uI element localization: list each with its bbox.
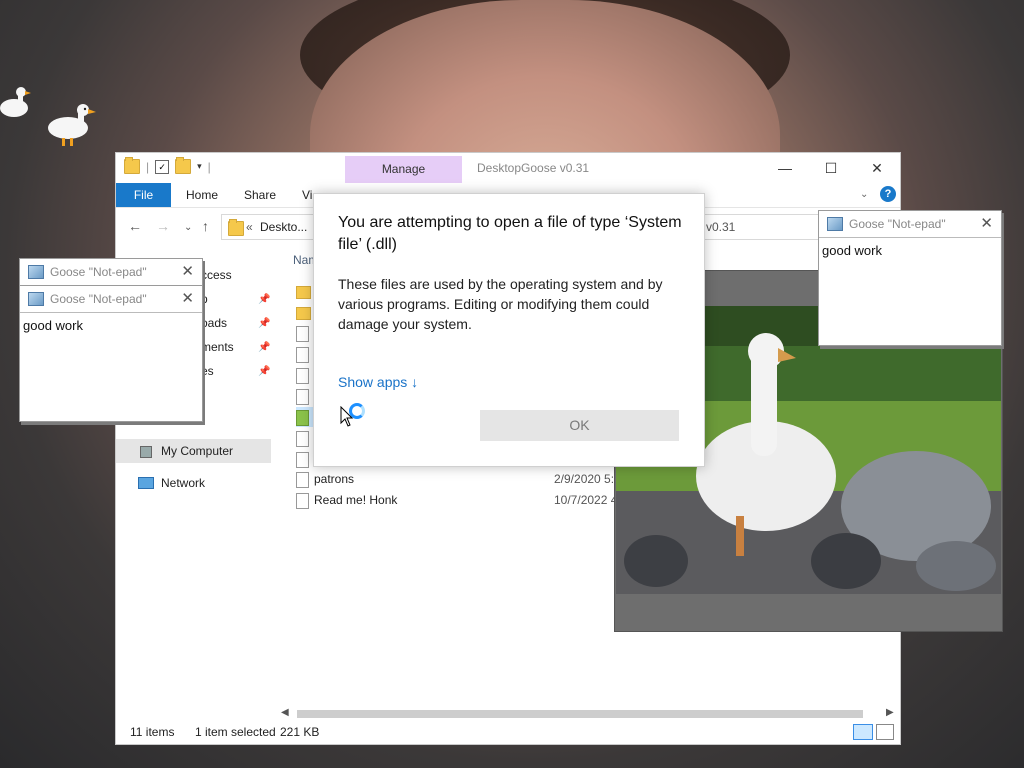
settings-file-icon: [296, 431, 309, 447]
maximize-icon[interactable]: ☐: [808, 157, 854, 179]
properties-icon[interactable]: ✓: [155, 159, 170, 174]
recent-locations-icon[interactable]: ⌄: [184, 222, 192, 233]
large-icons-view-icon[interactable]: [876, 724, 894, 740]
file-icon: [296, 347, 309, 363]
notepad-window: Goose "Not-epad" ✕ good work: [19, 285, 203, 422]
pin-icon: 📌: [258, 318, 271, 329]
close-icon[interactable]: ✕: [854, 157, 900, 179]
notepad-title-bar: Goose "Not-epad" ✕: [20, 286, 202, 313]
help-icon[interactable]: ?: [880, 186, 896, 202]
file-icon: [296, 493, 309, 509]
folder-icon[interactable]: [124, 157, 140, 174]
file-icon: [296, 326, 309, 342]
new-folder-icon[interactable]: [175, 157, 192, 174]
folder-icon: [296, 286, 311, 299]
details-view-icon[interactable]: [853, 724, 873, 740]
notepad-text[interactable]: good work: [822, 243, 882, 258]
minimize-icon[interactable]: —: [762, 157, 808, 179]
file-date: 2/9/2020 5:0: [554, 472, 621, 486]
goose-sprite-icon: [48, 104, 96, 146]
notepad-window-right: Goose "Not-epad" ✕ good work: [818, 210, 1002, 346]
forward-arrow-icon[interactable]: →: [156, 218, 170, 234]
address-bar-tail[interactable]: v0.31: [701, 214, 822, 240]
dialog-title: You are attempting to open a file of typ…: [338, 214, 682, 253]
folder-icon: [296, 307, 311, 320]
tab-manage[interactable]: Manage: [345, 156, 462, 183]
notepad-title: Goose "Not-epad": [849, 217, 946, 231]
close-icon[interactable]: ✕: [181, 262, 194, 280]
settings-file-icon: [296, 368, 309, 384]
list-item[interactable]: Read me! Honk 10/7/2022 4: [296, 490, 626, 510]
tab-home[interactable]: Home: [186, 183, 218, 207]
goose-sprite-icon: [0, 87, 31, 117]
tab-file[interactable]: File: [116, 183, 171, 207]
separator: |: [146, 159, 150, 174]
item-count: 11 items: [130, 725, 175, 739]
scrollbar-thumb[interactable]: [297, 710, 863, 718]
back-arrow-icon[interactable]: ←: [128, 218, 142, 234]
notepad-text[interactable]: good work: [23, 318, 83, 333]
file-name: Read me! Honk: [314, 493, 398, 507]
network-icon: [138, 477, 154, 489]
breadcrumb-overflow-icon[interactable]: «: [246, 215, 253, 239]
status-bar: 11 items 1 item selected 221 KB: [116, 721, 900, 743]
pin-icon: 📌: [258, 366, 271, 377]
file-name: patrons: [314, 472, 355, 486]
file-icon: [296, 472, 309, 488]
computer-icon: [140, 446, 152, 458]
settings-file-icon: [296, 452, 309, 468]
window-title: DesktopGoose v0.31: [477, 161, 590, 175]
notepad-title-bar: Goose "Not-epad" ✕: [819, 211, 1001, 238]
scroll-right-icon[interactable]: ▶: [886, 707, 894, 718]
open-file-dialog: You are attempting to open a file of typ…: [313, 193, 705, 467]
selection-count: 1 item selected: [195, 725, 276, 739]
close-icon[interactable]: ✕: [980, 214, 993, 232]
notepad-icon: [827, 217, 843, 231]
dialog-message: These files are used by the operating sy…: [338, 276, 663, 332]
show-apps-link[interactable]: Show apps ↓: [338, 374, 418, 390]
ok-button[interactable]: OK: [480, 410, 679, 441]
horizontal-scrollbar[interactable]: ◀ ▶: [281, 707, 896, 721]
dll-file-icon: [296, 410, 309, 426]
scroll-left-icon[interactable]: ◀: [281, 707, 289, 718]
settings-file-icon: [296, 389, 309, 405]
mouse-cursor-icon: [340, 406, 354, 427]
pin-icon: 📌: [258, 294, 271, 305]
folder-icon: [228, 219, 244, 236]
selection-size: 221 KB: [280, 725, 320, 739]
notepad-title: Goose "Not-epad": [50, 292, 147, 306]
notepad-icon: [28, 292, 44, 306]
file-date: 10/7/2022 4: [554, 493, 618, 507]
expand-ribbon-icon[interactable]: ⌄: [860, 183, 868, 207]
pin-icon: 📌: [258, 342, 271, 353]
quick-access-toolbar: | ✓ ▾ |: [124, 157, 211, 174]
breadcrumb[interactable]: Deskto...: [260, 215, 307, 239]
notepad-title-bar: Goose "Not-epad" ✕: [20, 259, 202, 286]
customize-toolbar-icon[interactable]: ▾: [197, 161, 202, 172]
notepad-title: Goose "Not-epad": [50, 265, 147, 279]
separator: |: [207, 159, 211, 174]
tab-share[interactable]: Share: [244, 183, 276, 207]
title-bar: | ✓ ▾ | Manage DesktopGoose v0.31 — ☐ ✕: [116, 153, 900, 183]
up-arrow-icon[interactable]: ↑: [202, 218, 209, 234]
list-item[interactable]: patrons 2/9/2020 5:0: [296, 469, 626, 489]
close-icon[interactable]: ✕: [181, 289, 194, 307]
notepad-icon: [28, 265, 44, 279]
tab-view[interactable]: Vi: [302, 183, 312, 207]
